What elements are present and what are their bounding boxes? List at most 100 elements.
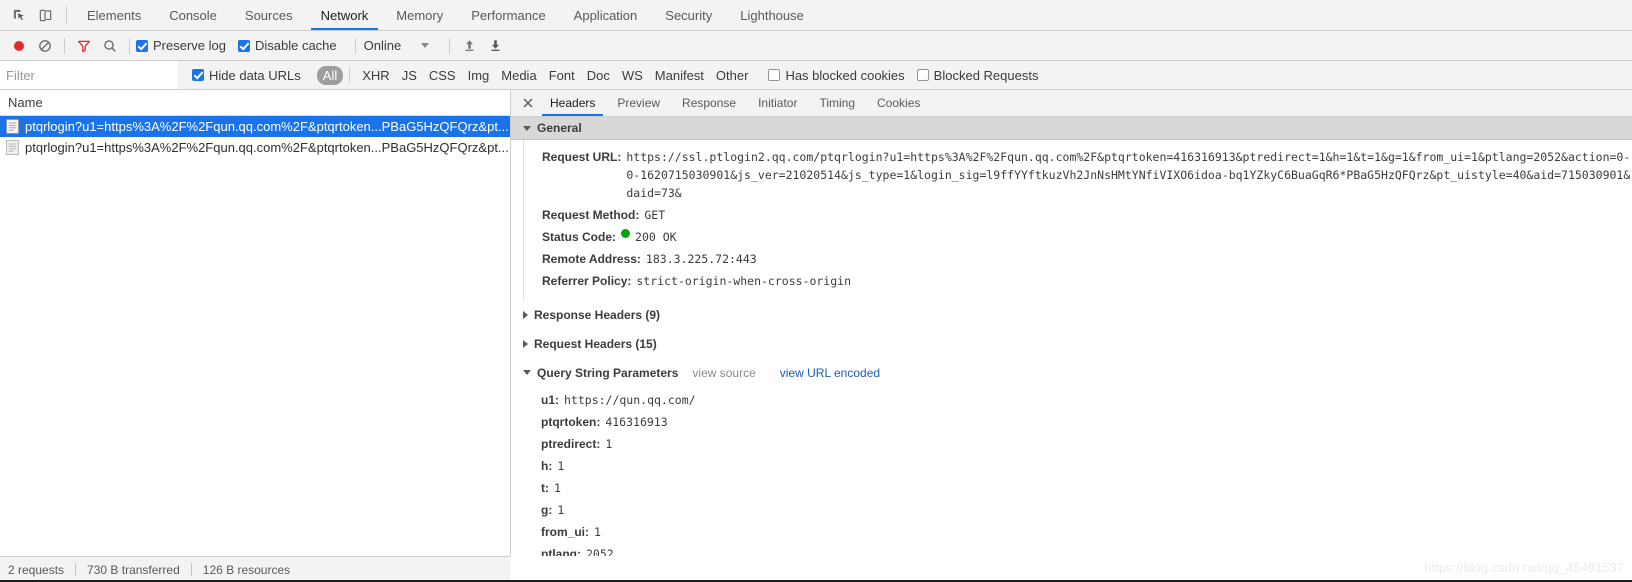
request-name: ptqrlogin?u1=https%3A%2F%2Fqun.qq.com%2F… <box>25 140 509 155</box>
devtools-window: Elements Console Sources Network Memory … <box>0 0 1632 582</box>
status-ok-icon <box>621 229 631 238</box>
view-url-encoded-link[interactable]: view URL encoded <box>780 366 880 380</box>
column-header-name: Name <box>8 95 43 110</box>
tab-console[interactable]: Console <box>155 0 231 30</box>
has-blocked-cookies-box <box>768 69 781 81</box>
query-param-row: u1: https://qun.qq.com/ <box>523 389 1632 411</box>
query-param-key: ptredirect: <box>541 437 601 451</box>
filter-chip-ws[interactable]: WS <box>616 66 649 85</box>
status-resources: 126 B resources <box>202 562 291 577</box>
tab-response-label: Response <box>682 96 737 110</box>
tab-cookies[interactable]: Cookies <box>866 90 931 116</box>
filter-chip-other[interactable]: Other <box>710 66 755 85</box>
tab-performance-label: Performance <box>471 7 546 23</box>
filter-chip-media[interactable]: Media <box>495 66 542 85</box>
tab-lighthouse[interactable]: Lighthouse <box>726 0 818 30</box>
section-general-title: General <box>537 121 582 135</box>
view-source-link[interactable]: view source <box>692 366 755 380</box>
blocked-requests-box <box>916 69 929 81</box>
tab-response[interactable]: Response <box>671 90 747 116</box>
status-code-key: Status Code: <box>542 230 617 244</box>
tab-headers[interactable]: Headers <box>539 90 606 116</box>
tab-memory[interactable]: Memory <box>382 0 457 30</box>
inspect-element-icon[interactable] <box>6 2 32 28</box>
tab-network-label: Network <box>320 7 369 23</box>
general-remote-address-row: Remote Address: 183.3.225.72:443 <box>524 248 1632 270</box>
disable-cache-checkbox[interactable]: Disable cache <box>237 38 337 53</box>
hide-data-urls-checkbox[interactable]: Hide data URLs <box>192 68 301 83</box>
filter-chip-manifest[interactable]: Manifest <box>649 66 710 85</box>
tab-preview[interactable]: Preview <box>606 90 671 116</box>
query-param-value: 2052 <box>586 547 614 556</box>
query-param-value: 1 <box>557 459 565 473</box>
request-url-key: Request URL: <box>542 150 622 164</box>
filter-chip-font[interactable]: Font <box>543 66 581 85</box>
status-divider <box>190 563 192 576</box>
resource-type-filters: All XHR JS CSS Img Media Font Doc WS Man… <box>316 65 755 85</box>
tab-security[interactable]: Security <box>651 0 726 30</box>
tab-sources[interactable]: Sources <box>231 0 307 30</box>
disable-cache-label: Disable cache <box>254 38 337 53</box>
section-query-string-title: Query String Parameters <box>537 365 679 380</box>
referrer-policy-value: strict-origin-when-cross-origin <box>636 274 852 288</box>
network-toolbar: Preserve log Disable cache Online <box>0 31 1632 61</box>
referrer-policy-key: Referrer Policy: <box>542 274 632 288</box>
devtools-tabbar: Elements Console Sources Network Memory … <box>0 0 1632 31</box>
filter-chip-js[interactable]: JS <box>396 66 423 85</box>
record-button[interactable] <box>6 34 32 58</box>
query-param-value: 1 <box>557 503 565 517</box>
throttling-select[interactable]: Online <box>364 38 402 53</box>
network-main-split: Name ptqrlogin?u1=https%3A%2F%2Fqun.qq.c… <box>0 90 1632 556</box>
remote-address-key: Remote Address: <box>542 252 641 266</box>
query-param-key: u1: <box>541 393 559 407</box>
tab-timing[interactable]: Timing <box>808 90 866 116</box>
filter-chip-xhr[interactable]: XHR <box>356 66 395 85</box>
import-har-icon[interactable] <box>456 34 482 58</box>
query-param-row: from_ui: 1 <box>523 521 1632 543</box>
query-param-row: ptqrtoken: 416316913 <box>523 411 1632 433</box>
tab-application-label: Application <box>573 7 638 23</box>
clear-button[interactable] <box>32 34 58 58</box>
tab-security-label: Security <box>665 7 713 23</box>
table-row[interactable]: ptqrlogin?u1=https%3A%2F%2Fqun.qq.com%2F… <box>0 137 510 158</box>
tab-performance[interactable]: Performance <box>457 0 559 30</box>
table-row[interactable]: ptqrlogin?u1=https%3A%2F%2Fqun.qq.com%2F… <box>0 116 510 137</box>
filter-chip-all[interactable]: All <box>316 65 344 85</box>
section-general-header[interactable]: General <box>511 117 1632 140</box>
tab-network[interactable]: Network <box>307 0 383 30</box>
general-referrer-policy-row: Referrer Policy: strict-origin-when-cros… <box>524 270 1632 292</box>
section-response-headers-header[interactable]: Response Headers (9) <box>511 300 1632 329</box>
section-request-headers-header[interactable]: Request Headers (15) <box>511 329 1632 358</box>
query-param-value: 1 <box>605 437 613 451</box>
has-blocked-cookies-checkbox[interactable]: Has blocked cookies <box>768 68 905 83</box>
toolbar-divider <box>64 37 65 54</box>
search-input[interactable] <box>0 61 178 89</box>
chevron-down-icon <box>523 125 531 131</box>
bottom-right-area: https://blog.csdn.net/qq_45491537 <box>510 556 1632 582</box>
chevron-down-icon[interactable] <box>421 43 430 48</box>
device-toolbar-icon[interactable] <box>32 2 58 28</box>
hide-data-urls-box <box>192 69 204 81</box>
query-param-key: g: <box>541 503 553 517</box>
preserve-log-checkbox[interactable]: Preserve log <box>136 38 226 53</box>
search-icon[interactable] <box>97 34 123 58</box>
tab-cookies-label: Cookies <box>877 96 921 110</box>
hide-data-urls-label: Hide data URLs <box>209 67 301 83</box>
section-query-string-header[interactable]: Query String Parameters view source view… <box>511 358 1632 387</box>
section-general-body: Request URL: https://ssl.ptlogin2.qq.com… <box>523 140 1632 300</box>
request-list[interactable]: ptqrlogin?u1=https%3A%2F%2Fqun.qq.com%2F… <box>0 116 510 556</box>
export-har-icon[interactable] <box>482 34 508 58</box>
filter-icon[interactable] <box>71 34 97 58</box>
tab-elements[interactable]: Elements <box>73 0 155 30</box>
blocked-requests-checkbox[interactable]: Blocked Requests <box>916 68 1038 83</box>
close-icon[interactable] <box>517 90 539 116</box>
filter-chip-doc[interactable]: Doc <box>581 66 616 85</box>
tab-application[interactable]: Application <box>560 0 652 30</box>
filter-chip-css[interactable]: CSS <box>423 66 462 85</box>
query-param-key: h: <box>541 459 553 473</box>
tab-initiator[interactable]: Initiator <box>747 90 808 116</box>
request-detail-pane: Headers Preview Response Initiator Timin… <box>511 90 1632 556</box>
request-list-column-header: Name <box>0 90 510 116</box>
filter-chip-img[interactable]: Img <box>462 66 496 85</box>
query-param-row: h: 1 <box>523 455 1632 477</box>
